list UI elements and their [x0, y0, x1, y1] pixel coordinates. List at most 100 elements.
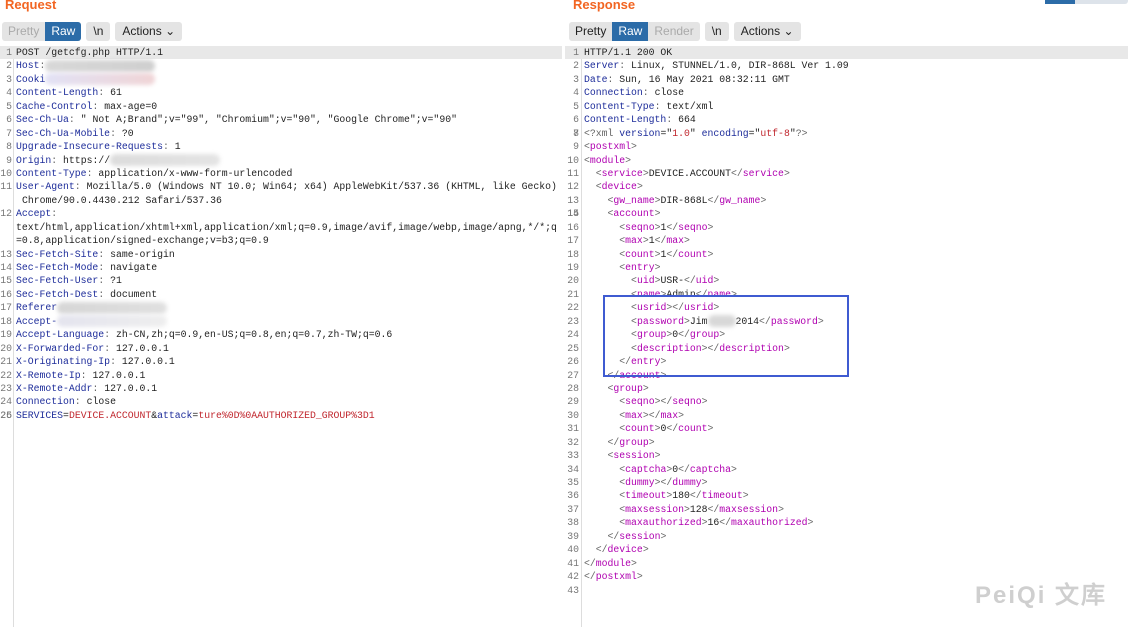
- code-token: >: [636, 571, 643, 583]
- code-line: 40 </device>: [565, 543, 1128, 556]
- code-token: max-age=0: [98, 100, 158, 112]
- code-token: entry: [625, 262, 655, 273]
- code-token: zh-CN,zh;q=0.9,en-US;q=0.8,en;q=0.7,zh-T…: [110, 329, 393, 341]
- line-number: 33: [567, 450, 579, 462]
- line-number: 12: [0, 208, 12, 220]
- code-token: application/x-www-form-urlencoded: [92, 167, 293, 179]
- code-line: 1 HTTP/1.1 200 OK: [565, 46, 1128, 60]
- code-token: postxml: [589, 141, 632, 153]
- code-token: Sec-Fetch-User: [16, 275, 99, 287]
- request-editor[interactable]: 1 POST /getcfg.php HTTP/1.1 2 Host: 3 Cooki 4 C…: [0, 46, 562, 627]
- code-token: 127.0.0.1: [98, 382, 158, 394]
- code-token: ?0: [115, 127, 134, 139]
- code-token: max: [625, 409, 643, 421]
- code-token: utf-8: [760, 127, 790, 139]
- line-number: 13: [0, 248, 12, 260]
- tab-pretty[interactable]: Pretty: [569, 22, 612, 41]
- code-token: group: [613, 382, 643, 394]
- code-line: 32 </group>: [565, 436, 1128, 449]
- tab-raw[interactable]: Raw: [612, 22, 649, 41]
- code-token: Linux, STUNNEL/1.0, DIR-868L Ver 1.09: [625, 60, 849, 72]
- newline-toggle-button[interactable]: \n: [86, 22, 111, 41]
- line-number: 13: [567, 194, 579, 206]
- code-token: X-Forwarded-For: [16, 342, 105, 354]
- code-token: >: [778, 503, 784, 515]
- line-number: 1: [6, 47, 12, 58]
- code-token: ": [689, 127, 702, 139]
- code-token: >: [707, 423, 714, 435]
- code-token: maxsession: [719, 503, 779, 515]
- code-token: captcha: [625, 463, 667, 475]
- code-line: Chrome/90.0.4430.212 Safari/537.36: [0, 194, 562, 207]
- code-token: max: [666, 235, 684, 247]
- code-line: 35 <dummy></dummy>: [565, 476, 1128, 489]
- code-token: Mozilla/5.0 (Windows NT 10.0; Win64; x64…: [80, 181, 557, 193]
- code-token: >: [642, 382, 649, 394]
- code-line: 3 Cooki: [0, 73, 562, 86]
- code-token: captcha: [689, 463, 732, 475]
- line-number: 4: [6, 87, 12, 99]
- line-number: 9: [573, 141, 579, 153]
- code-token: </: [584, 571, 596, 583]
- code-token: Server: [584, 60, 620, 72]
- tab-pretty[interactable]: Pretty: [2, 22, 45, 41]
- code-token: 127.0.0.1: [86, 369, 146, 381]
- code-token: Content-Type: [16, 167, 87, 179]
- code-token: >: [783, 167, 790, 179]
- code-token: timeout: [625, 490, 667, 502]
- line-number: 24: [567, 329, 579, 341]
- line-number: 10: [567, 154, 579, 166]
- actions-button[interactable]: Actions ⌄: [733, 22, 801, 41]
- actions-button[interactable]: Actions ⌄: [115, 22, 183, 41]
- code-line: 5 Content-Type: text/xml: [565, 100, 1128, 113]
- response-title: Response: [573, 0, 636, 12]
- code-token: DIR-868L: [660, 194, 708, 206]
- line-number: 12: [567, 181, 579, 193]
- code-line: 17 Referer: [0, 301, 562, 314]
- line-number: 17: [0, 302, 12, 314]
- newline-toggle-button[interactable]: \n: [704, 22, 729, 41]
- code-token: module: [589, 154, 626, 166]
- line-number: 11: [567, 167, 579, 179]
- code-token: device: [607, 544, 643, 556]
- code-token: group: [619, 436, 649, 448]
- line-number: 26: [0, 409, 12, 421]
- code-line: 23 X-Remote-Addr: 127.0.0.1: [0, 382, 562, 395]
- code-token: </: [607, 530, 620, 542]
- code-token: >: [648, 436, 655, 448]
- code-line: 29 <seqno></seqno>: [565, 395, 1128, 408]
- code-token: ?1: [104, 275, 122, 287]
- line-number: 38: [567, 517, 579, 529]
- code-token: >: [631, 141, 637, 153]
- code-line: 15 Sec-Fetch-User: ?1: [0, 274, 562, 287]
- tab-raw[interactable]: Raw: [45, 22, 82, 41]
- line-number: 23: [567, 315, 579, 327]
- code-line: 4 Connection: close: [565, 86, 1128, 99]
- code-line: 3 Date: Sun, 16 May 2021 08:32:11 GMT: [565, 73, 1128, 86]
- code-line: 9 Origin: https://: [0, 153, 562, 167]
- line-number: 21: [0, 356, 12, 368]
- code-line: 2 Host:: [0, 59, 562, 72]
- line-number: 3: [573, 73, 579, 85]
- line-number: 40: [567, 544, 579, 556]
- code-line: 26 SERVICES=DEVICE.ACCOUNT&attack=ture%0D…: [0, 409, 562, 422]
- redacted-region: [57, 315, 168, 328]
- line-number: 18: [567, 248, 579, 260]
- line-number: 3: [6, 73, 12, 85]
- line-number: 19: [567, 262, 579, 273]
- line-number: 21: [567, 288, 579, 300]
- line-number: 10: [0, 167, 12, 179]
- line-number: 15: [567, 208, 579, 220]
- line-number: 11: [0, 181, 12, 193]
- watermark: PeiQi 文库: [975, 582, 1108, 609]
- tab-render[interactable]: Render: [648, 22, 699, 41]
- redacted-region: [57, 301, 168, 314]
